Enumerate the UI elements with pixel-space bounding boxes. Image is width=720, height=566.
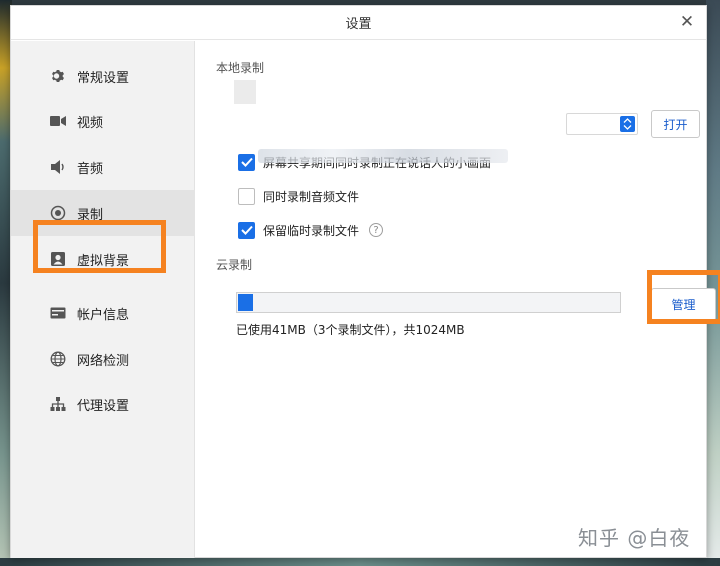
sidebar-item-label: 网络检测 <box>77 353 130 369</box>
sidebar: 常规设置 视频 音频 录制 虚拟背景 帐户信息 网络检测 代理设置 <box>11 41 195 558</box>
option-record-audio-file[interactable]: 同时录制音频文件 <box>238 186 359 206</box>
globe-icon <box>49 350 67 368</box>
speaker-icon <box>49 158 67 176</box>
network-tree-icon <box>49 395 67 413</box>
redaction-overlay <box>258 149 508 163</box>
watermark: 知乎 @白夜 <box>578 526 691 550</box>
sidebar-item-proxy[interactable]: 代理设置 <box>11 381 195 427</box>
gear-icon <box>49 67 67 85</box>
cloud-storage-usage-text: 已使用41MB（3个录制文件），共1024MB <box>236 323 465 337</box>
sidebar-item-audio[interactable]: 音频 <box>11 144 195 190</box>
desktop-wallpaper-bottom <box>0 558 720 566</box>
sidebar-item-general[interactable]: 常规设置 <box>11 53 195 99</box>
highlight-frame-recording <box>33 220 166 273</box>
video-camera-icon <box>49 112 67 130</box>
redacted-path <box>234 80 256 104</box>
cloud-storage-progress-bar <box>236 292 621 313</box>
sidebar-item-label: 常规设置 <box>77 70 130 86</box>
close-icon[interactable]: ✕ <box>678 13 696 31</box>
sidebar-item-label: 帐户信息 <box>77 307 130 323</box>
recording-path-select[interactable] <box>566 113 638 135</box>
option-keep-temp-files[interactable]: 保留临时录制文件 ? <box>238 220 384 240</box>
help-icon[interactable]: ? <box>369 223 384 237</box>
sidebar-item-label: 音频 <box>77 161 104 177</box>
chevron-updown-icon[interactable] <box>620 116 635 132</box>
id-card-icon <box>49 304 67 322</box>
cloud-storage-progress-fill <box>238 294 254 311</box>
sidebar-item-network-test[interactable]: 网络检测 <box>11 336 195 382</box>
title-bar: 设置 ✕ <box>11 6 706 40</box>
recording-settings-panel: 本地录制 打开 屏幕共享期间同时录制正在说话人的小画面 同时录制音频文件 保留临… <box>196 41 720 558</box>
sidebar-item-label: 视频 <box>77 115 104 131</box>
checkbox-keep-temp-files[interactable] <box>238 221 255 239</box>
sidebar-item-account[interactable]: 帐户信息 <box>11 290 195 336</box>
highlight-frame-manage <box>647 270 720 324</box>
window-title: 设置 <box>345 17 372 32</box>
checkbox-active-speaker[interactable] <box>238 153 255 171</box>
checkbox-audio-file[interactable] <box>238 187 255 205</box>
option-label: 同时录制音频文件 <box>263 189 360 204</box>
open-folder-button[interactable]: 打开 <box>651 110 700 138</box>
settings-dialog: 设置 ✕ 常规设置 视频 音频 录制 虚拟背景 帐户信息 网络检测 代理设置 本… <box>10 5 720 558</box>
sidebar-item-video[interactable]: 视频 <box>11 98 195 144</box>
cloud-recording-title: 云录制 <box>216 258 253 272</box>
option-label: 保留临时录制文件 <box>263 223 360 238</box>
local-recording-title: 本地录制 <box>216 61 265 75</box>
sidebar-item-label: 代理设置 <box>77 398 130 414</box>
